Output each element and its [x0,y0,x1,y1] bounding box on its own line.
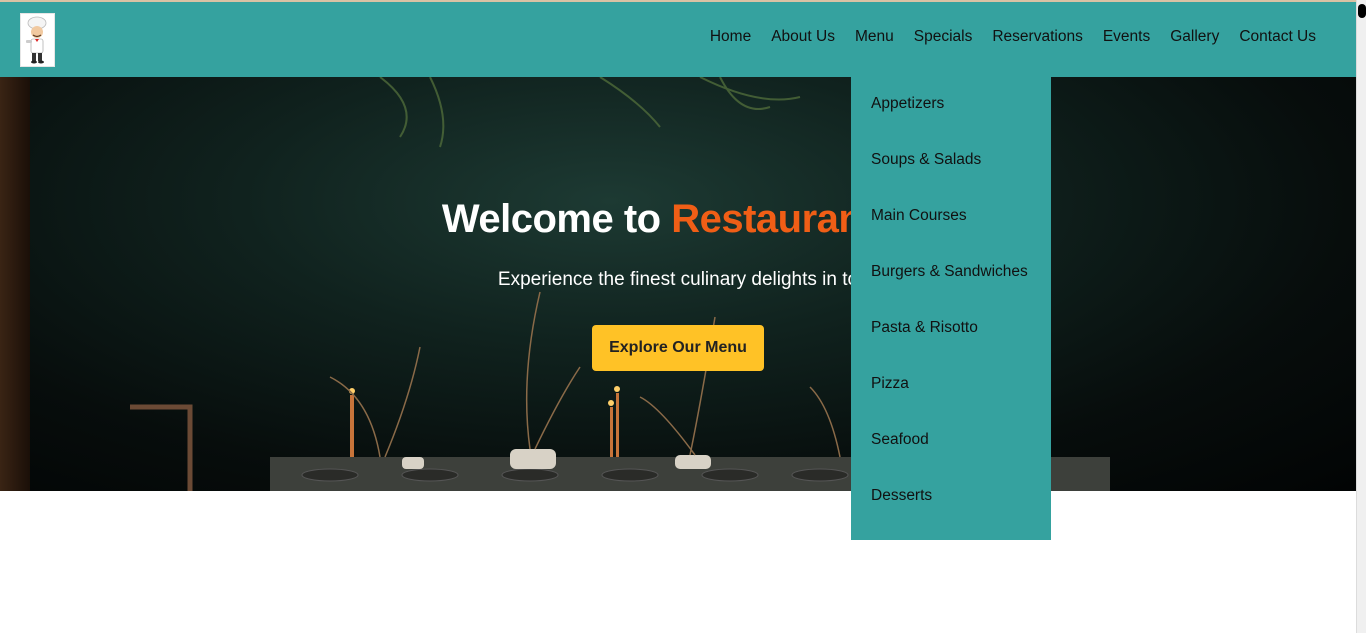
nav-gallery[interactable]: Gallery [1160,28,1229,46]
dropdown-item-pizza[interactable]: Pizza [871,375,909,393]
nav-contact-us[interactable]: Contact Us [1229,28,1326,46]
explore-menu-button[interactable]: Explore Our Menu [592,325,764,371]
nav-about-us[interactable]: About Us [761,28,845,46]
hero-title: Welcome to Restaurant N [0,197,1356,242]
dropdown-item-seafood[interactable]: Seafood [871,431,929,449]
dropdown-item-burgers-sandwiches[interactable]: Burgers & Sandwiches [871,263,1028,281]
chef-logo-icon[interactable] [20,13,55,67]
dropdown-item-soups-salads[interactable]: Soups & Salads [871,151,981,169]
dropdown-item-desserts[interactable]: Desserts [871,487,932,505]
navbar: Home About Us Menu Specials Reservations… [0,2,1356,77]
nav-events[interactable]: Events [1093,28,1160,46]
nav-menu[interactable]: Menu [845,28,904,46]
main-nav: Home About Us Menu Specials Reservations… [700,28,1326,46]
page-scrollbar[interactable] [1356,0,1366,633]
hero-subtitle: Experience the finest culinary delights … [497,269,859,290]
nav-specials[interactable]: Specials [904,28,983,46]
hero-title-prefix: Welcome to [441,197,672,241]
nav-home[interactable]: Home [700,28,761,46]
dropdown-item-main-courses[interactable]: Main Courses [871,207,967,225]
hero-banner: Welcome to Restaurant N Experience the f… [0,77,1356,491]
nav-reservations[interactable]: Reservations [982,28,1092,46]
scrollbar-thumb[interactable] [1358,4,1366,18]
dropdown-item-appetizers[interactable]: Appetizers [871,95,944,113]
dropdown-item-pasta-risotto[interactable]: Pasta & Risotto [871,319,978,337]
menu-dropdown: Appetizers Soups & Salads Main Courses B… [851,76,1051,540]
